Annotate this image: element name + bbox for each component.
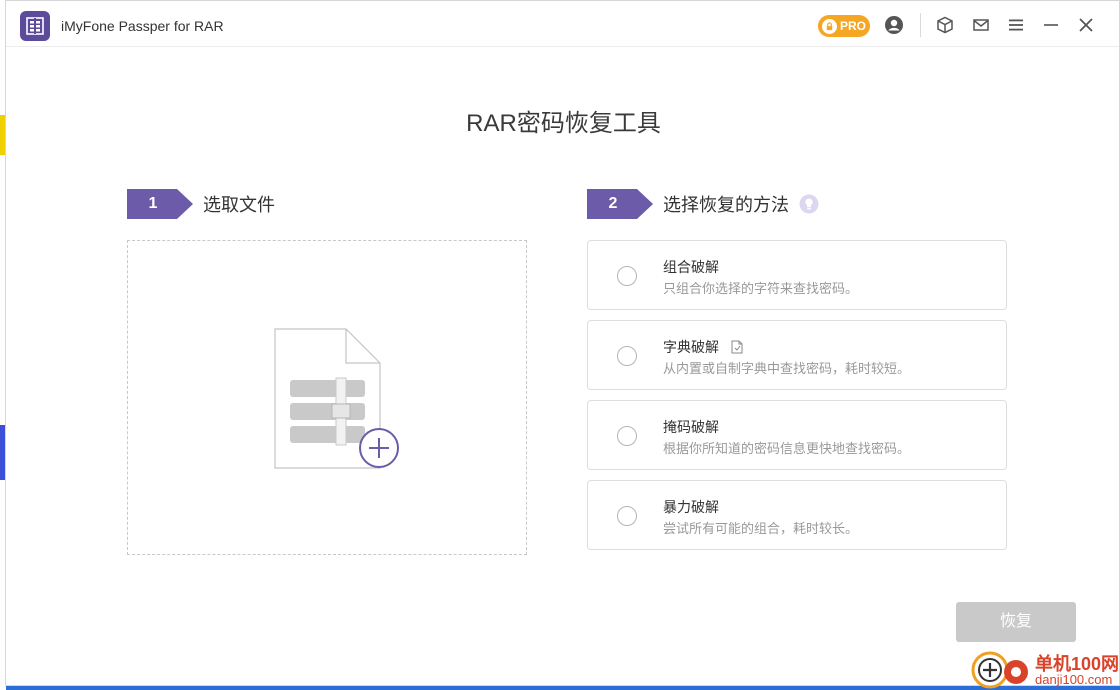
method-title: 组合破解 (663, 259, 719, 275)
step1-label: 选取文件 (203, 195, 275, 215)
method-desc: 从内置或自制字典中查找密码，耗时较短。 (663, 361, 911, 376)
recover-button[interactable]: 恢复 (956, 602, 1076, 642)
watermark-logo-icon (970, 650, 1032, 690)
titlebar-divider (920, 13, 921, 37)
method-title: 字典破解 (663, 337, 744, 357)
file-dropzone[interactable] (127, 240, 527, 555)
method-title: 暴力破解 (663, 499, 719, 515)
step2-header: 2 选择恢复的方法 (587, 189, 819, 219)
pro-badge[interactable]: PRO (818, 15, 870, 37)
method-desc: 尝试所有可能的组合，耗时较长。 (663, 521, 859, 536)
package-icon[interactable] (934, 14, 956, 36)
app-logo-icon (20, 11, 50, 41)
step2-label: 选择恢复的方法 (663, 195, 789, 215)
method-desc: 只组合你选择的字符来查找密码。 (663, 281, 859, 296)
menu-icon[interactable] (1005, 14, 1027, 36)
step2-number-badge: 2 (587, 189, 653, 219)
method-title: 掩码破解 (663, 419, 719, 435)
method-title-text: 字典破解 (663, 339, 719, 355)
watermark: 单机100网 danji100.com (965, 648, 1120, 690)
method-radio[interactable] (617, 426, 637, 446)
method-option-brute-force[interactable]: 暴力破解 尝试所有可能的组合，耗时较长。 (587, 480, 1007, 550)
step1-header: 1 选取文件 (127, 189, 275, 219)
step1-number-badge: 1 (127, 189, 193, 219)
account-icon[interactable] (883, 14, 905, 36)
close-icon[interactable] (1075, 14, 1097, 36)
watermark-url: danji100.com (1035, 672, 1113, 687)
mail-icon[interactable] (970, 14, 992, 36)
method-radio[interactable] (617, 346, 637, 366)
app-window: iMyFone Passper for RAR PRO RAR密码恢复工具 1 … (5, 0, 1120, 686)
minimize-icon[interactable] (1040, 14, 1062, 36)
lightbulb-hint-icon[interactable] (799, 194, 819, 214)
method-radio[interactable] (617, 506, 637, 526)
step2-number: 2 (608, 195, 618, 212)
page-title: RAR密码恢复工具 (466, 110, 661, 137)
method-desc: 根据你所知道的密码信息更快地查找密码。 (663, 441, 911, 456)
dictionary-file-icon[interactable] (731, 340, 744, 357)
pro-lock-icon (822, 18, 837, 34)
app-title: iMyFone Passper for RAR (61, 18, 224, 34)
method-radio[interactable] (617, 266, 637, 286)
rar-file-add-icon[interactable] (274, 328, 404, 473)
step1-number: 1 (148, 195, 158, 212)
method-option-dictionary[interactable]: 字典破解 从内置或自制字典中查找密码，耗时较短。 (587, 320, 1007, 390)
title-bar: iMyFone Passper for RAR PRO (6, 1, 1119, 47)
method-option-combination[interactable]: 组合破解 只组合你选择的字符来查找密码。 (587, 240, 1007, 310)
pro-label: PRO (840, 19, 867, 33)
method-option-mask[interactable]: 掩码破解 根据你所知道的密码信息更快地查找密码。 (587, 400, 1007, 470)
